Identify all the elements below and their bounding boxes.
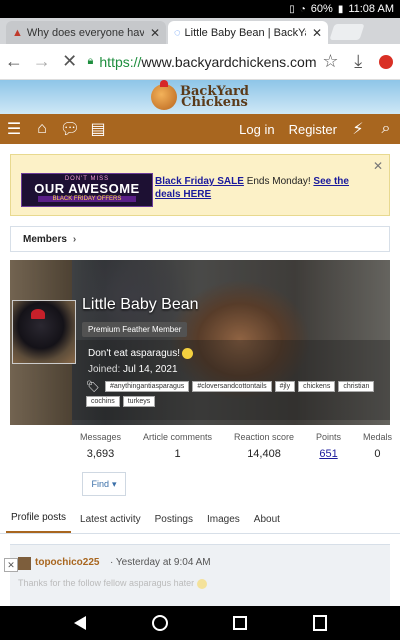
tab-title: Why does everyone have a (26, 26, 144, 39)
lock-icon: 🔒︎ (87, 55, 94, 67)
hen-logo-icon (151, 80, 178, 110)
tab-about[interactable]: About (249, 514, 285, 533)
download-icon[interactable]: ⤓ (344, 46, 372, 78)
profile-stats: Messages 3,693 Article comments 1 Reacti… (80, 432, 392, 460)
promo-text: Black Friday SALE Ends Monday! See the d… (155, 175, 375, 201)
back-arrow-icon[interactable]: ← (0, 46, 28, 78)
home-button[interactable] (140, 606, 180, 640)
profile-tags: 🏷︎ #anythingantiasparagus #cloversandcot… (86, 380, 386, 407)
tab-switcher-button[interactable] (300, 606, 340, 640)
register-link[interactable]: Register (282, 122, 344, 137)
profile-joined: Joined: Jul 14, 2021 (88, 364, 178, 375)
find-button[interactable]: Find ▾ (82, 472, 126, 496)
browser-toolbar: ← → ✕ 🔒︎ https://www.backyardchickens.co… (0, 44, 400, 80)
promo-sale-link[interactable]: Black Friday SALE (155, 176, 244, 187)
tab-latest-activity[interactable]: Latest activity (75, 514, 146, 533)
tab-images[interactable]: Images (202, 514, 245, 533)
avatar[interactable] (12, 300, 76, 364)
login-link[interactable]: Log in (232, 122, 281, 137)
recents-square-icon (233, 616, 247, 630)
search-icon[interactable]: ⌕ (372, 114, 400, 144)
loading-icon: ◌ (174, 26, 181, 39)
close-tab-icon[interactable]: ✕ (312, 26, 322, 40)
favicon-icon: ▲ (12, 26, 23, 39)
stat-reaction-score: Reaction score 14,408 (234, 432, 295, 460)
browser-tab[interactable]: ▲ Why does everyone have a ✕ (6, 21, 166, 44)
avatar[interactable] (18, 557, 31, 570)
breadcrumb[interactable]: Members › (10, 226, 390, 252)
back-triangle-icon (74, 616, 86, 630)
tag[interactable]: turkeys (122, 396, 156, 407)
battery-level: 60% (310, 3, 333, 15)
profile-username: Little Baby Bean (82, 296, 199, 313)
profile-tabs: Profile posts Latest activity Postings I… (0, 508, 400, 534)
recents-button[interactable] (220, 606, 260, 640)
home-icon[interactable]: ⌂ (28, 114, 56, 144)
url-host: www.backyardchickens.com (141, 53, 317, 70)
user-title-badge: Premium Feather Member (82, 322, 188, 337)
tag[interactable]: christian (338, 381, 375, 392)
site-nav: ☰ ⌂ 💬︎ ▤ Log in Register ⚡︎ ⌕ (0, 114, 400, 144)
close-tab-icon[interactable]: ✕ (150, 26, 160, 40)
site-logo[interactable]: BackYard Chickens (151, 80, 249, 110)
battery-icon: ▮ (337, 3, 344, 15)
page-content: DON'T MISS OUR AWESOME BLACK FRIDAY OFFE… (0, 144, 400, 606)
chevron-right-icon: › (72, 233, 77, 245)
profile-post: ✕ topochico225 · Yesterday at 9:04 AM Th… (4, 544, 390, 606)
promo-notice: DON'T MISS OUR AWESOME BLACK FRIDAY OFFE… (10, 154, 390, 216)
tab-switcher-icon (313, 615, 327, 631)
breadcrumb-members[interactable]: Members (23, 234, 67, 245)
hamburger-menu-icon[interactable]: ☰ (0, 114, 28, 144)
close-icon[interactable]: ✕ (4, 558, 18, 572)
stat-medals: Medals 0 (362, 432, 392, 460)
extension-icon[interactable] (372, 46, 400, 78)
wifi-icon: ◔ (299, 3, 306, 15)
tab-postings[interactable]: Postings (150, 514, 198, 533)
smile-emoji-icon (196, 578, 207, 589)
whats-new-lightning-icon[interactable]: ⚡︎ (344, 114, 372, 144)
post-timestamp[interactable]: · Yesterday at 9:04 AM (110, 557, 211, 568)
stat-article-comments: Article comments 1 (143, 432, 213, 460)
browser-tab-active[interactable]: ◌ Little Baby Bean | BackYa ✕ (168, 21, 328, 44)
home-circle-icon (152, 615, 168, 631)
clock: 11:08 AM (348, 3, 394, 15)
bookmark-star-icon[interactable]: ☆ (316, 46, 344, 78)
disappointed-emoji-icon (181, 348, 193, 359)
tag[interactable]: #anythingantiasparagus (104, 381, 190, 392)
status-bar: ▯ ◔ 60% ▮ 11:08 AM (0, 0, 400, 18)
android-nav-bar (0, 606, 400, 640)
tag[interactable]: chickens (298, 381, 336, 392)
caret-down-icon: ▾ (111, 478, 117, 489)
tag[interactable]: cochins (86, 396, 120, 407)
promo-ad-image[interactable]: DON'T MISS OUR AWESOME BLACK FRIDAY OFFE… (21, 173, 153, 207)
tag[interactable]: #jly (274, 381, 296, 392)
url-bar[interactable]: 🔒︎ https://www.backyardchickens.com (88, 54, 317, 70)
stop-loading-icon[interactable]: ✕ (56, 46, 84, 78)
logo-line2: Chickens (181, 95, 248, 110)
post-author-link[interactable]: topochico225 (35, 557, 99, 568)
phone-icon: ▯ (289, 3, 295, 15)
profile-status: Don't eat asparagus! (88, 348, 193, 359)
forums-chat-icon[interactable]: 💬︎ (56, 114, 84, 144)
url-scheme: https:// (99, 53, 142, 70)
forward-arrow-icon[interactable]: → (28, 46, 56, 78)
back-button[interactable] (60, 606, 100, 640)
tab-profile-posts[interactable]: Profile posts (6, 512, 72, 533)
tag[interactable]: #cloversandcottontails (192, 381, 272, 392)
promo-sale-text: Ends Monday! (243, 176, 314, 187)
site-banner: BackYard Chickens (0, 80, 400, 114)
profile-cover: Little Baby Bean Premium Feather Member … (10, 260, 390, 425)
new-tab-button[interactable] (329, 24, 365, 40)
tab-title: Little Baby Bean | BackYa (184, 26, 306, 39)
close-icon[interactable]: ✕ (373, 159, 383, 173)
post-body: Thanks for the follow fellow asparagus h… (18, 578, 207, 589)
browser-tab-strip: ▲ Why does everyone have a ✕ ◌ Little Ba… (0, 18, 400, 44)
tags-icon: 🏷︎ (86, 381, 100, 393)
stat-points[interactable]: Points 651 (316, 432, 341, 460)
articles-document-icon[interactable]: ▤ (84, 114, 112, 144)
stat-messages[interactable]: Messages 3,693 (80, 432, 121, 460)
